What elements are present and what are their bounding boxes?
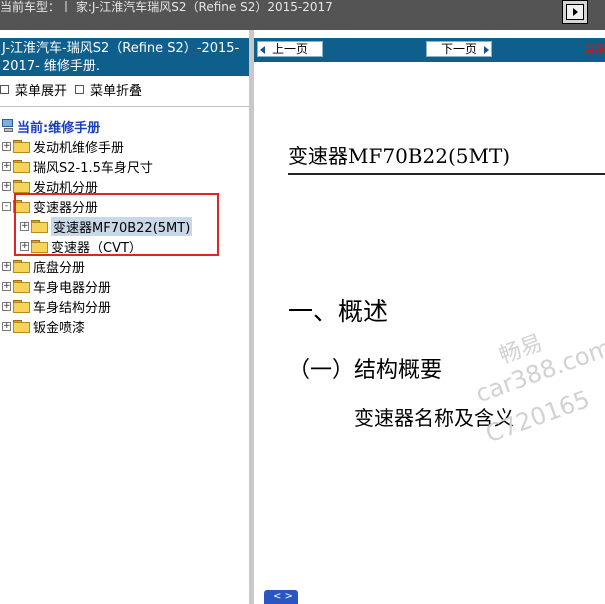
document-title: 变速器MF70B22(5MT) xyxy=(288,144,511,168)
chevron-right-icon xyxy=(484,46,489,54)
back-button[interactable]: < > xyxy=(264,590,298,604)
car-model-title: 当前车型：丨 家:J-江淮汽车瑞风S2（Refine S2）2015-2017 xyxy=(0,0,333,14)
tree-item-label: 车身结构分册 xyxy=(33,300,112,316)
tree-item-chassis-volume[interactable]: + 底盘分册 xyxy=(2,256,85,276)
next-page-button[interactable]: 下一页 xyxy=(426,41,492,57)
highlight-box xyxy=(14,193,219,256)
collapse-toggle-icon[interactable]: - xyxy=(2,201,11,211)
subsection-heading: （一）结构概要 xyxy=(288,358,443,383)
manual-header: J-江淮汽车-瑞风S2（Refine S2）-2015- 2017- 维修手册. xyxy=(0,38,249,76)
folder-icon xyxy=(13,320,30,333)
tree-controls: 菜单展开 菜单折叠 xyxy=(0,80,249,100)
expand-toggle-icon[interactable]: + xyxy=(2,181,11,191)
expand-menu-button[interactable]: 菜单展开 xyxy=(0,80,67,99)
collapse-icon xyxy=(75,85,84,94)
chevron-left-icon xyxy=(260,46,265,54)
tree-current-node[interactable]: 当前:维修手册 xyxy=(2,116,100,136)
next-page-label: 下一页 xyxy=(440,42,477,56)
expand-icon xyxy=(0,85,9,94)
tree-item-body-structure[interactable]: + 车身结构分册 xyxy=(2,296,111,316)
panel-divider xyxy=(0,106,249,107)
computer-icon xyxy=(2,119,14,133)
expand-toggle-icon[interactable]: + xyxy=(2,281,11,291)
back-icon: < > xyxy=(273,591,293,602)
tree-item-engine-manual[interactable]: + 发动机维修手册 xyxy=(2,136,124,156)
top-status-bar: 当前车型：丨 家:J-江淮汽车瑞风S2（Refine S2）2015-2017 xyxy=(0,0,605,30)
expand-toggle-icon[interactable]: + xyxy=(2,161,11,171)
forward-button[interactable] xyxy=(562,0,588,24)
play-icon xyxy=(566,4,584,20)
document-page: 变速器MF70B22(5MT) 一、概述 （一）结构概要 变速器名称及含义 畅易… xyxy=(254,62,605,604)
tree-item-sheet-metal-paint[interactable]: + 钣金喷漆 xyxy=(2,316,85,336)
manual-header-line1: J-江淮汽车-瑞风S2（Refine S2）-2015- xyxy=(2,41,240,56)
tree-item-label: 发动机维修手册 xyxy=(33,140,125,156)
collapse-menu-label: 菜单折叠 xyxy=(90,84,143,99)
collapse-menu-button[interactable]: 菜单折叠 xyxy=(75,80,142,99)
expand-toggle-icon[interactable]: + xyxy=(2,141,11,151)
page-toolbar: 上一页 下一页 xyxy=(254,38,605,62)
folder-icon xyxy=(13,180,30,193)
prev-page-label: 上一页 xyxy=(271,42,308,56)
tree-item-label: 钣金喷漆 xyxy=(33,320,86,336)
tree-item-label: 瑞风S2-1.5车身尺寸 xyxy=(33,160,153,176)
manual-header-line2: 2017- 维修手册. xyxy=(2,59,101,74)
prev-page-button[interactable]: 上一页 xyxy=(257,41,323,57)
title-rule xyxy=(288,173,605,175)
folder-icon xyxy=(13,160,30,173)
folder-icon xyxy=(13,280,30,293)
folder-icon xyxy=(13,300,30,313)
tree-item-label: 车身电器分册 xyxy=(33,280,112,296)
expand-toggle-icon[interactable]: + xyxy=(2,261,11,271)
tree-item-label: 底盘分册 xyxy=(33,260,86,276)
folder-icon xyxy=(13,260,30,273)
section-heading: 一、概述 xyxy=(288,297,389,326)
current-label: 当前:维修手册 xyxy=(17,120,101,136)
expand-toggle-icon[interactable]: + xyxy=(2,321,11,331)
tree-item-body-dimensions[interactable]: + 瑞风S2-1.5车身尺寸 xyxy=(2,156,153,176)
current-indicator-text: 当前 xyxy=(583,42,605,56)
expand-toggle-icon[interactable]: + xyxy=(2,301,11,311)
tree-item-body-electrical[interactable]: + 车身电器分册 xyxy=(2,276,111,296)
folder-icon xyxy=(13,140,30,153)
expand-menu-label: 菜单展开 xyxy=(15,84,68,99)
